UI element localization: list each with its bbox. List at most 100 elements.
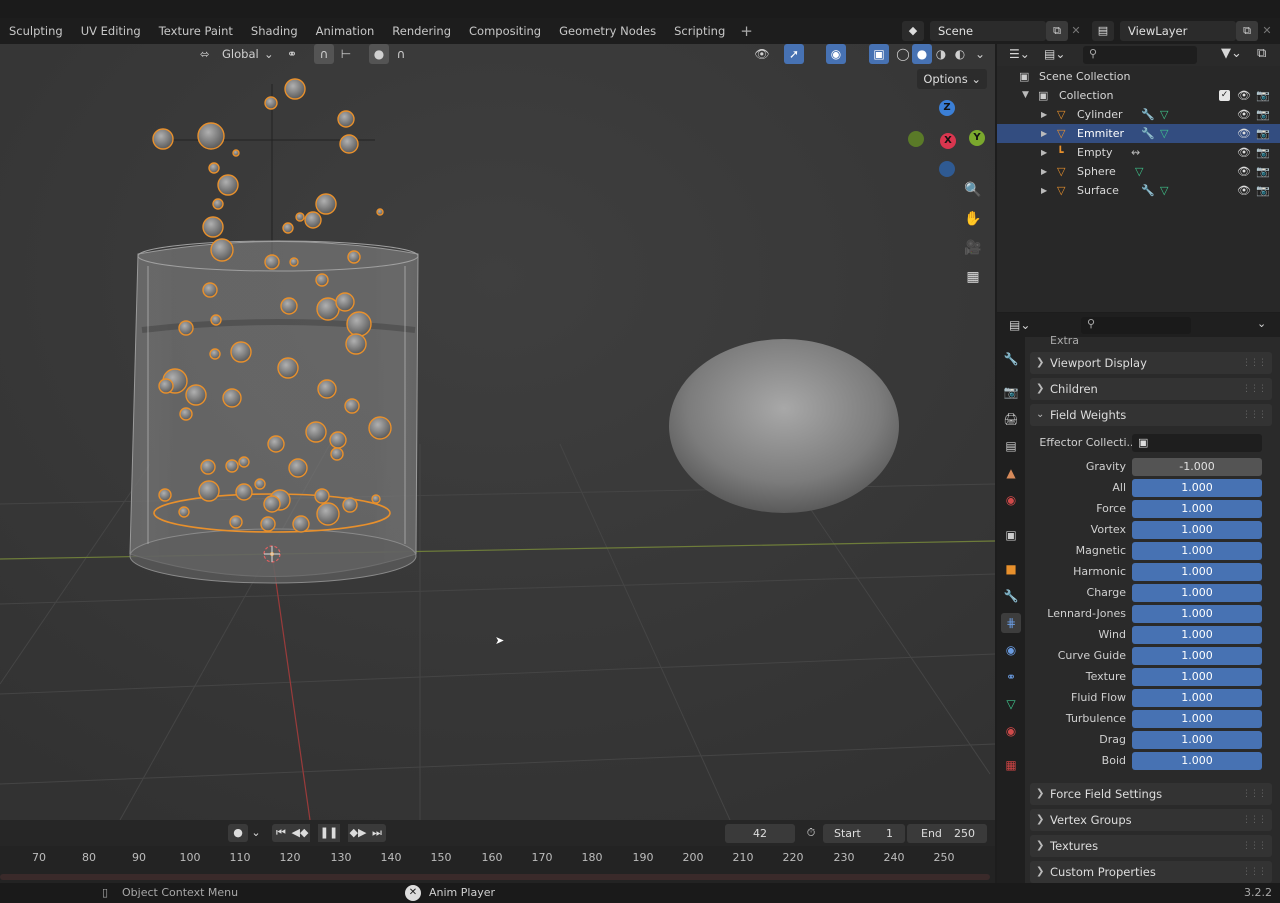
material-shading-icon[interactable]: ◑ <box>931 44 951 64</box>
view-layer-icon[interactable]: ▤ <box>1092 21 1114 41</box>
field-weight-slider[interactable]: 1.000 <box>1132 647 1262 665</box>
field-weight-slider[interactable]: 1.000 <box>1132 626 1262 644</box>
tab-animation[interactable]: Animation <box>307 18 384 44</box>
eye-icon[interactable]: 👁 <box>1237 162 1251 181</box>
camera-icon[interactable]: 📷 <box>1256 162 1270 181</box>
mesh-data-icon[interactable]: ▽ <box>1160 181 1168 200</box>
solid-shading-icon[interactable]: ● <box>912 44 932 64</box>
tab-texture-paint[interactable]: Texture Paint <box>150 18 242 44</box>
collection-tab-icon[interactable]: ▣ <box>1001 525 1021 545</box>
expand-arrow-icon[interactable]: ▶ <box>1041 143 1047 162</box>
object-tab-icon[interactable]: ■ <box>1001 559 1021 579</box>
prev-keyframe-icon[interactable]: ◀◆ <box>290 824 310 842</box>
outliner-item-sphere[interactable]: ▶ ▽ Sphere ▽ 👁 📷 <box>997 162 1280 181</box>
eye-icon[interactable]: 👁 <box>1237 181 1251 200</box>
jump-end-icon[interactable]: ⏭ <box>368 824 386 842</box>
editor-type-icon[interactable]: ☰⌄ <box>1009 47 1030 61</box>
mesh-data-icon[interactable]: ▽ <box>1135 162 1143 181</box>
drag-grip-icon[interactable]: ⋮⋮⋮ <box>1242 783 1267 805</box>
neg-y-axis-gizmo[interactable] <box>908 131 924 147</box>
pivot-point-icon[interactable]: ⚭ <box>282 44 302 64</box>
texture-tab-icon[interactable]: ▦ <box>1001 755 1021 775</box>
field-weight-slider[interactable]: 1.000 <box>1132 668 1262 686</box>
field-weight-slider[interactable]: 1.000 <box>1132 689 1262 707</box>
gizmo-toggle-icon[interactable]: ➚ <box>784 44 804 64</box>
particles-tab-icon[interactable]: ⋕ <box>1001 613 1021 633</box>
panel-textures[interactable]: ❯ Textures ⋮⋮⋮ <box>1030 835 1272 857</box>
field-weight-slider[interactable]: 1.000 <box>1132 731 1262 749</box>
modifier-wrench-icon[interactable]: 🔧 <box>1141 124 1155 143</box>
field-weight-slider[interactable]: 1.000 <box>1132 479 1262 497</box>
outliner-item-surface[interactable]: ▶ ▽ Surface 🔧 ▽ 👁 📷 <box>997 181 1280 200</box>
expand-arrow-icon[interactable]: ▶ <box>1041 181 1047 200</box>
transform-orientation-dropdown[interactable]: Global <box>222 44 259 64</box>
camera-icon[interactable]: 📷 <box>1256 181 1270 200</box>
timeline-scrollbar[interactable] <box>0 874 990 880</box>
field-weight-slider[interactable]: 1.000 <box>1132 521 1262 539</box>
eye-icon[interactable]: 👁 <box>1237 105 1251 124</box>
neg-z-axis-gizmo[interactable] <box>939 161 955 177</box>
force-field-icon[interactable]: ↭ <box>1131 143 1140 162</box>
exclude-checkbox[interactable]: ✓ <box>1219 90 1230 101</box>
pause-icon[interactable]: ❚❚ <box>318 824 340 842</box>
effector-collection-field[interactable]: ▣ <box>1132 434 1262 452</box>
rendered-shading-icon[interactable]: ◐ <box>950 44 970 64</box>
zoom-icon[interactable]: 🔍 <box>960 177 986 203</box>
field-weight-slider[interactable]: 1.000 <box>1132 710 1262 728</box>
outliner-item-empty[interactable]: ▶ ┗ Empty ↭ 👁 📷 <box>997 143 1280 162</box>
outliner-item-cylinder[interactable]: ▶ ▽ Cylinder 🔧 ▽ 👁 📷 <box>997 105 1280 124</box>
camera-icon[interactable]: 📷 <box>1256 143 1270 162</box>
view-layer-field[interactable]: ViewLayer <box>1120 21 1236 41</box>
camera-icon[interactable]: 📷 <box>1256 124 1270 143</box>
camera-view-icon[interactable]: 🎥 <box>960 235 986 261</box>
filter-icon[interactable]: ▼⌄ <box>1221 46 1242 61</box>
world-tab-icon[interactable]: ◉ <box>1001 490 1021 510</box>
visibility-icon[interactable]: 👁 <box>752 44 772 64</box>
tab-compositing[interactable]: Compositing <box>460 18 550 44</box>
snap-magnet-icon[interactable]: ∩ <box>314 44 334 64</box>
camera-icon[interactable]: 📷 <box>1256 86 1270 105</box>
panel-custom-properties[interactable]: ❯ Custom Properties ⋮⋮⋮ <box>1030 861 1272 883</box>
remove-view-layer-icon[interactable]: ✕ <box>1260 21 1274 41</box>
expand-arrow-icon[interactable]: ▼ <box>1022 86 1029 105</box>
panel-field-weights[interactable]: ⌄ Field Weights ⋮⋮⋮ <box>1030 404 1272 426</box>
tab-uv-editing[interactable]: UV Editing <box>72 18 150 44</box>
wireframe-shading-icon[interactable]: ◯ <box>893 44 913 64</box>
x-axis-gizmo[interactable]: X <box>940 133 956 149</box>
eye-icon[interactable]: 👁 <box>1237 86 1251 105</box>
cancel-icon[interactable]: ✕ <box>405 885 421 901</box>
scene-collection-row[interactable]: ▣ Scene Collection <box>997 67 1280 86</box>
output-tab-icon[interactable]: 🖨 <box>1001 409 1021 429</box>
tab-scripting[interactable]: Scripting <box>665 18 734 44</box>
outliner-item-emmiter[interactable]: ▶ ▽ Emmiter 🔧 ▽ 👁 📷 <box>997 124 1280 143</box>
field-weight-slider[interactable]: 1.000 <box>1132 563 1262 581</box>
3d-viewport[interactable]: ⬄ Global ⌄ ⚭ ∩ ⊢ ● ∩ 👁 ➚ ◉ ▣ ◯ ● ◑ ◐ ⌄ O… <box>0 44 995 820</box>
overlays-toggle-icon[interactable]: ◉ <box>826 44 846 64</box>
modifier-wrench-icon[interactable]: 🔧 <box>1141 105 1155 124</box>
proportional-edit-icon[interactable]: ● <box>369 44 389 64</box>
eye-icon[interactable]: 👁 <box>1237 124 1251 143</box>
drag-grip-icon[interactable]: ⋮⋮⋮ <box>1242 404 1267 426</box>
next-keyframe-icon[interactable]: ◆▶ <box>348 824 368 842</box>
eye-icon[interactable]: 👁 <box>1237 143 1251 162</box>
remove-scene-icon[interactable]: ✕ <box>1069 21 1083 41</box>
falloff-curve-icon[interactable]: ∩ <box>391 44 411 64</box>
scene-tab-icon[interactable]: ▲ <box>1001 463 1021 483</box>
new-collection-icon[interactable]: ⧉ <box>1257 46 1266 61</box>
options-dropdown[interactable]: Options ⌄ <box>917 69 987 89</box>
panel-vertex-groups[interactable]: ❯ Vertex Groups ⋮⋮⋮ <box>1030 809 1272 831</box>
drag-grip-icon[interactable]: ⋮⋮⋮ <box>1242 378 1267 400</box>
y-axis-gizmo[interactable]: Y <box>969 130 985 146</box>
z-axis-gizmo[interactable]: Z <box>939 100 955 116</box>
modifier-wrench-icon[interactable]: 🔧 <box>1141 181 1155 200</box>
tab-geometry-nodes[interactable]: Geometry Nodes <box>550 18 665 44</box>
constraints-tab-icon[interactable]: ⚭ <box>1001 667 1021 687</box>
render-tab-icon[interactable]: 📷 <box>1001 382 1021 402</box>
drag-grip-icon[interactable]: ⋮⋮⋮ <box>1242 861 1267 883</box>
perspective-grid-icon[interactable]: ▦ <box>960 264 986 290</box>
scene-icon[interactable]: ◆ <box>902 21 924 41</box>
current-frame-field[interactable]: 42 <box>725 824 795 843</box>
tab-rendering[interactable]: Rendering <box>383 18 460 44</box>
panel-viewport-display[interactable]: ❯ Viewport Display ⋮⋮⋮ <box>1030 352 1272 374</box>
tab-sculpting[interactable]: Sculpting <box>0 18 72 44</box>
